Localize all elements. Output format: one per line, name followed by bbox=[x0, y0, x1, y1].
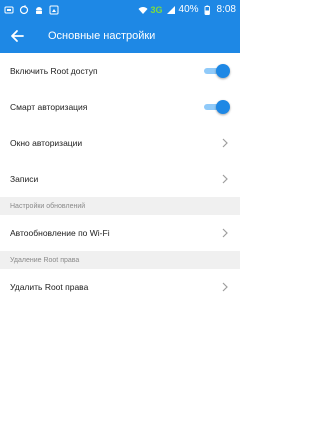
setting-records[interactable]: Записи bbox=[0, 161, 240, 197]
chevron-right-icon bbox=[220, 137, 230, 149]
setting-smart-auth-label: Смарт авторизация bbox=[10, 102, 88, 112]
clock: 8:08 bbox=[216, 4, 236, 15]
app-notification-icon bbox=[4, 6, 14, 13]
setting-auth-window[interactable]: Окно авторизации bbox=[0, 125, 240, 161]
setting-records-label: Записи bbox=[10, 174, 39, 184]
section-header-updates: Настройки обновлений bbox=[0, 197, 240, 215]
setting-wifi-update[interactable]: Автообновление по Wi-Fi bbox=[0, 215, 240, 251]
page-title: Основные настройки bbox=[48, 30, 156, 42]
back-button[interactable] bbox=[2, 19, 32, 53]
setting-auth-window-label: Окно авторизации bbox=[10, 138, 83, 148]
section-header-remove-root: Удаление Root права bbox=[0, 251, 240, 269]
signal-icon bbox=[166, 5, 175, 14]
setting-smart-auth[interactable]: Смарт авторизация bbox=[0, 89, 240, 125]
setting-remove-root-label: Удалить Root права bbox=[10, 282, 89, 292]
toggle-thumb bbox=[216, 100, 230, 114]
setting-enable-root-label: Включить Root доступ bbox=[10, 66, 98, 76]
battery-percentage: 40% bbox=[178, 4, 199, 15]
smart-auth-toggle[interactable] bbox=[204, 100, 230, 114]
toggle-thumb bbox=[216, 64, 230, 78]
status-bar: 3G 40% 8:08 bbox=[0, 0, 240, 19]
setting-enable-root[interactable]: Включить Root доступ bbox=[0, 53, 240, 89]
network-type: 3G bbox=[150, 4, 163, 15]
enable-root-toggle[interactable] bbox=[204, 64, 230, 78]
setting-wifi-update-label: Автообновление по Wi-Fi bbox=[10, 228, 110, 238]
chevron-right-icon bbox=[220, 281, 230, 293]
sync-icon bbox=[19, 4, 29, 14]
android-icon bbox=[36, 6, 42, 14]
status-notifications bbox=[4, 4, 59, 15]
arrow-left-icon bbox=[11, 30, 24, 42]
battery-icon bbox=[204, 5, 210, 15]
screenshot-icon bbox=[49, 5, 59, 14]
status-indicators: 3G 40% 8:08 bbox=[138, 4, 236, 15]
setting-remove-root[interactable]: Удалить Root права bbox=[0, 269, 240, 305]
chevron-right-icon bbox=[220, 173, 230, 185]
app-bar: Основные настройки bbox=[0, 19, 240, 53]
chevron-right-icon bbox=[220, 227, 230, 239]
wifi-icon bbox=[138, 6, 147, 14]
